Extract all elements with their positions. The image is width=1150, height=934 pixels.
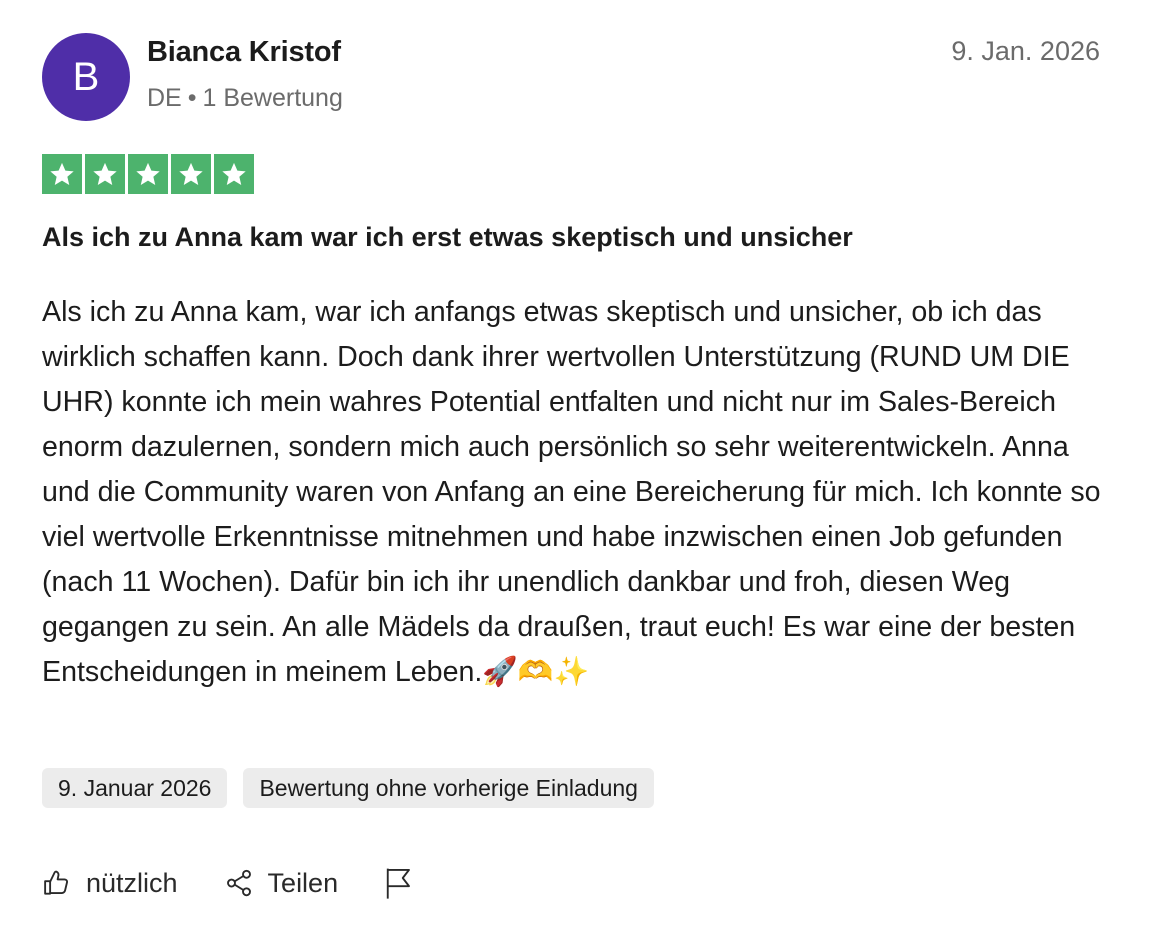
review-actions: nützlich Teilen <box>42 866 460 900</box>
reviewer-meta: DE • 1 Bewertung <box>147 84 343 113</box>
review-body: Als ich zu Anna kam, war ich anfangs etw… <box>42 296 1101 688</box>
useful-label: nützlich <box>86 867 178 898</box>
reviewer-review-count[interactable]: 1 Bewertung <box>203 84 343 112</box>
star-icon <box>128 154 168 194</box>
star-icon <box>42 154 82 194</box>
reviewer-country: DE <box>147 84 182 112</box>
avatar[interactable]: B <box>42 33 130 121</box>
star-icon <box>214 154 254 194</box>
invitation-tag[interactable]: Bewertung ohne vorherige Einladung <box>243 768 654 808</box>
meta-separator: • <box>187 84 197 112</box>
date-tag: 9. Januar 2026 <box>42 768 228 808</box>
star-icon <box>85 154 125 194</box>
thumbs-up-icon <box>42 868 72 898</box>
share-label: Teilen <box>267 867 339 898</box>
star-icon <box>171 154 211 194</box>
reviewer-name[interactable]: Bianca Kristof <box>147 36 341 69</box>
review-card: B Bianca Kristof DE • 1 Bewertung 9. Jan. … <box>0 0 1150 934</box>
review-title: Als ich zu Anna kam war ich erst etwas s… <box>42 222 853 252</box>
review-tags: 9. Januar 2026 Bewertung ohne vorherige … <box>42 768 654 808</box>
star-rating <box>42 154 254 194</box>
report-button[interactable] <box>384 866 414 900</box>
avatar-initial: B <box>72 54 100 99</box>
flag-icon <box>384 866 414 900</box>
useful-button[interactable]: nützlich <box>42 868 178 899</box>
share-icon <box>224 868 254 898</box>
share-button[interactable]: Teilen <box>224 867 339 899</box>
review-date: 9. Jan. 2026 <box>951 36 1100 66</box>
